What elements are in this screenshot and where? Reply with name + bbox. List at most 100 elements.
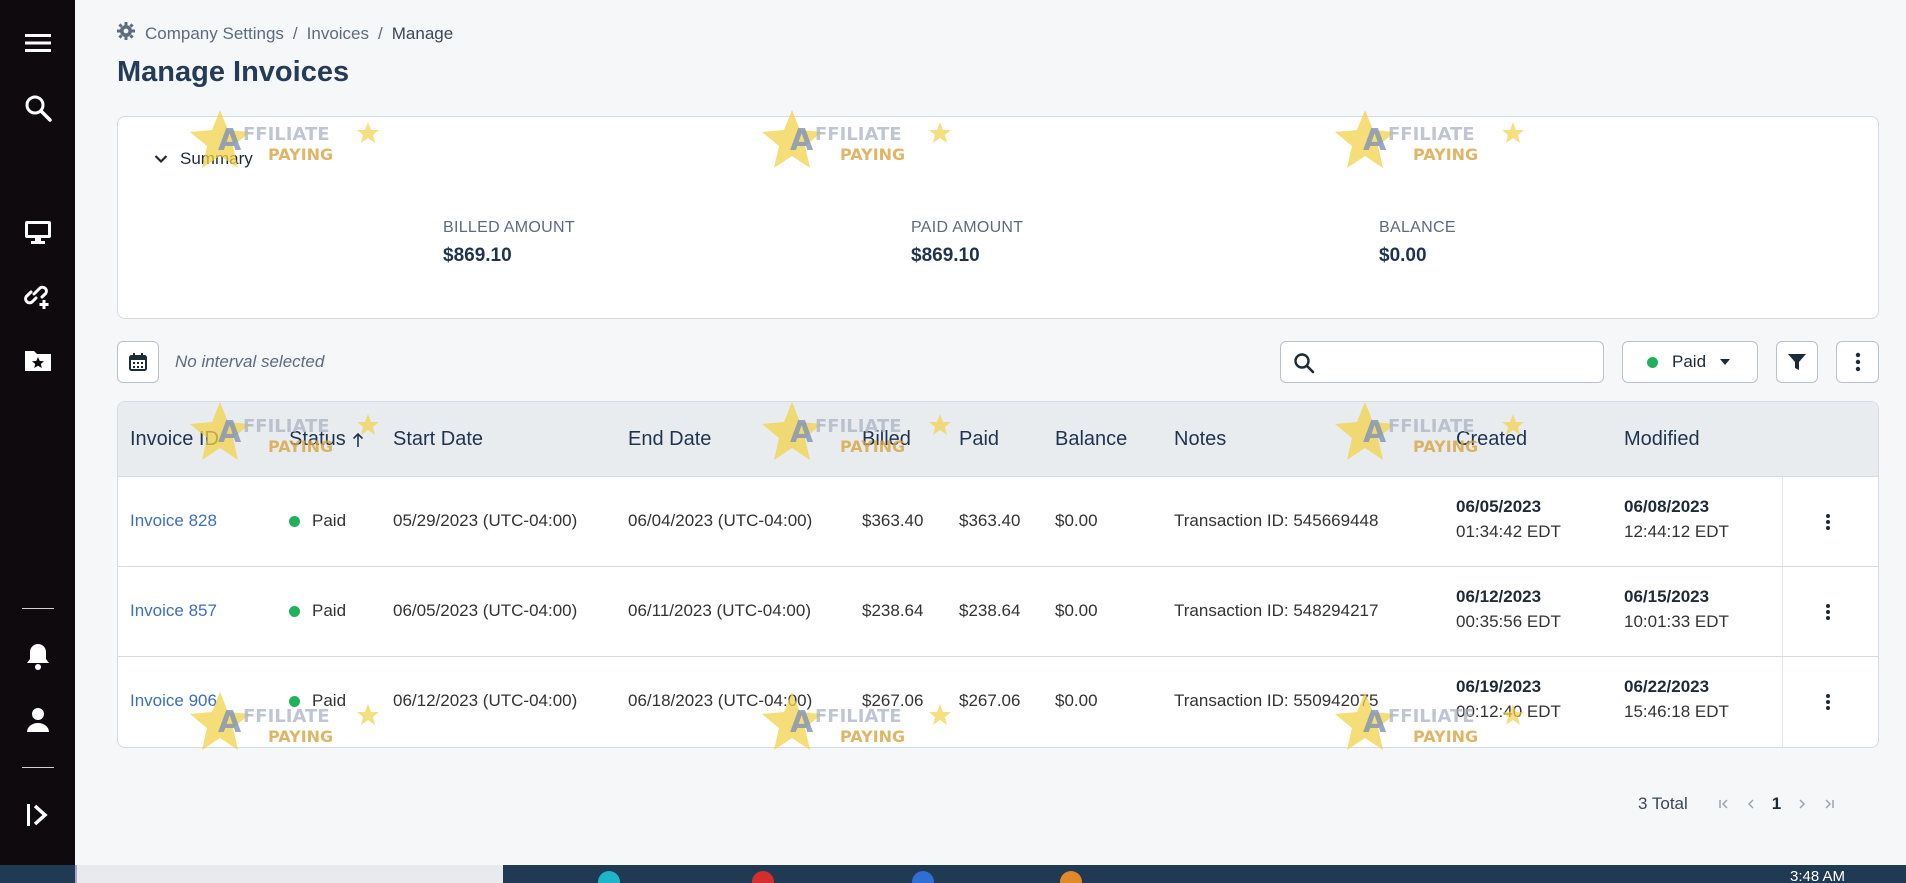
breadcrumb: Company Settings / Invoices / Manage bbox=[117, 22, 453, 45]
table-toolbar: No interval selected Paid bbox=[117, 341, 1879, 383]
modified-date: 06/08/2023 bbox=[1624, 497, 1710, 516]
balance-cell: $0.00 bbox=[1055, 691, 1098, 710]
start-date-cell: 06/12/2023 (UTC-04:00) bbox=[393, 691, 578, 710]
link-add-icon[interactable] bbox=[0, 276, 75, 316]
created-cell: 06/19/2023 00:12:40 EDT bbox=[1456, 677, 1561, 722]
total-count: 3 Total bbox=[1638, 794, 1688, 813]
status-text: Paid bbox=[312, 601, 347, 620]
table-row: Invoice 828 Paid 05/29/2023 (UTC-04:00) … bbox=[118, 477, 1878, 567]
created-time: 00:12:40 EDT bbox=[1456, 702, 1561, 721]
first-page-button[interactable] bbox=[1718, 798, 1730, 810]
modified-time: 12:44:12 EDT bbox=[1624, 522, 1729, 541]
column-header-invoice-id[interactable]: Invoice ID bbox=[130, 428, 219, 451]
breadcrumb-invoices[interactable]: Invoices bbox=[307, 24, 369, 44]
table-header: Invoice ID Status Start Date End Date Bi… bbox=[118, 402, 1878, 477]
column-header-status-label: Status bbox=[289, 428, 346, 450]
column-header-modified[interactable]: Modified bbox=[1624, 428, 1700, 451]
page-number-button[interactable]: 1 bbox=[1772, 794, 1781, 814]
invoice-link[interactable]: Invoice 857 bbox=[130, 601, 217, 621]
created-date: 06/12/2023 bbox=[1456, 587, 1542, 606]
column-header-start-date[interactable]: Start Date bbox=[393, 428, 483, 451]
taskbar-search-box[interactable] bbox=[75, 865, 503, 883]
collapse-icon[interactable] bbox=[0, 795, 75, 835]
billed-cell: $363.40 bbox=[862, 511, 924, 530]
paid-cell: $363.40 bbox=[959, 511, 1021, 530]
folder-star-icon[interactable] bbox=[0, 340, 75, 380]
column-header-end-date[interactable]: End Date bbox=[628, 428, 711, 451]
column-header-paid[interactable]: Paid bbox=[959, 428, 999, 451]
calendar-icon bbox=[129, 353, 147, 371]
column-header-balance[interactable]: Balance bbox=[1055, 428, 1127, 451]
first-page-icon bbox=[1719, 799, 1728, 809]
interval-text: No interval selected bbox=[175, 352, 325, 371]
more-options-button[interactable] bbox=[1836, 341, 1879, 383]
app-icon[interactable] bbox=[912, 871, 934, 883]
column-header-created[interactable]: Created bbox=[1456, 428, 1527, 451]
search-input[interactable] bbox=[1280, 341, 1604, 383]
invoice-link[interactable]: Invoice 906 bbox=[130, 691, 217, 711]
next-page-button[interactable] bbox=[1797, 798, 1807, 810]
invoice-link[interactable]: Invoice 828 bbox=[130, 511, 217, 531]
sidebar-divider bbox=[22, 608, 54, 609]
billed-amount-label: BILLED AMOUNT bbox=[443, 219, 575, 236]
table-row: Invoice 906 Paid 06/12/2023 (UTC-04:00) … bbox=[118, 657, 1878, 747]
status-filter-select[interactable]: Paid bbox=[1622, 341, 1758, 383]
sidebar-divider bbox=[22, 767, 54, 768]
status-filter-value: Paid bbox=[1672, 352, 1707, 371]
breadcrumb-current: Manage bbox=[391, 23, 454, 43]
more-vertical-icon bbox=[1826, 604, 1830, 620]
balance-cell: $0.00 bbox=[1055, 511, 1098, 530]
billed-amount-stat: BILLED AMOUNT $869.10 bbox=[443, 219, 575, 267]
app-icon[interactable] bbox=[752, 871, 774, 883]
status-dot bbox=[289, 695, 300, 707]
desktop-icon[interactable] bbox=[0, 212, 75, 252]
search-icon[interactable] bbox=[0, 88, 75, 128]
status-text: Paid bbox=[312, 691, 347, 710]
date-interval-button[interactable] bbox=[117, 341, 159, 383]
search-icon bbox=[1293, 352, 1315, 379]
chevron-down-icon bbox=[154, 155, 168, 164]
status-text: Paid bbox=[312, 511, 347, 530]
start-date-cell: 06/05/2023 (UTC-04:00) bbox=[393, 601, 578, 620]
column-header-billed[interactable]: Billed bbox=[862, 428, 911, 451]
main-content: Company Settings / Invoices / Manage Man… bbox=[75, 0, 1906, 865]
created-time: 01:34:42 EDT bbox=[1456, 522, 1561, 541]
modified-time: 15:46:18 EDT bbox=[1624, 702, 1729, 721]
caret-down-icon bbox=[1720, 359, 1731, 365]
modified-date: 06/15/2023 bbox=[1624, 587, 1710, 606]
filter-icon bbox=[1788, 354, 1806, 370]
more-vertical-icon bbox=[1826, 514, 1830, 530]
summary-toggle[interactable]: Summary bbox=[154, 149, 253, 169]
summary-card: Summary BILLED AMOUNT $869.10 PAID AMOUN… bbox=[117, 116, 1879, 319]
created-date: 06/19/2023 bbox=[1456, 677, 1542, 696]
paid-cell: $267.06 bbox=[959, 691, 1021, 710]
created-cell: 06/05/2023 01:34:42 EDT bbox=[1456, 497, 1561, 542]
modified-cell: 06/08/2023 12:44:12 EDT bbox=[1624, 497, 1729, 542]
bell-icon[interactable] bbox=[0, 636, 75, 676]
last-page-button[interactable] bbox=[1823, 798, 1835, 810]
chevron-right-icon bbox=[1799, 799, 1806, 809]
notes-cell: Transaction ID: 548294217 bbox=[1174, 601, 1379, 620]
app-icon[interactable] bbox=[1060, 871, 1082, 883]
end-date-cell: 06/18/2023 (UTC-04:00) bbox=[628, 691, 813, 710]
paid-amount-label: PAID AMOUNT bbox=[911, 219, 1024, 236]
sidebar bbox=[0, 0, 75, 865]
prev-page-button[interactable] bbox=[1746, 798, 1756, 810]
breadcrumb-company-settings[interactable]: Company Settings bbox=[145, 24, 284, 44]
column-header-status[interactable]: Status bbox=[289, 428, 364, 451]
paid-amount-stat: PAID AMOUNT $869.10 bbox=[911, 219, 1023, 267]
row-actions-menu[interactable] bbox=[1818, 601, 1838, 623]
row-actions-menu[interactable] bbox=[1818, 511, 1838, 533]
column-header-notes[interactable]: Notes bbox=[1174, 428, 1226, 451]
menu-icon[interactable] bbox=[0, 23, 75, 63]
balance-stat: BALANCE $0.00 bbox=[1379, 219, 1456, 267]
user-icon[interactable] bbox=[0, 700, 75, 740]
end-date-cell: 06/11/2023 (UTC-04:00) bbox=[628, 601, 812, 620]
status-cell: Paid bbox=[289, 601, 346, 621]
app-icon[interactable] bbox=[598, 871, 620, 883]
paid-cell: $238.64 bbox=[959, 601, 1021, 620]
filter-button[interactable] bbox=[1776, 341, 1818, 383]
gear-icon bbox=[117, 22, 135, 45]
row-actions-menu[interactable] bbox=[1818, 691, 1838, 713]
billed-cell: $267.06 bbox=[862, 691, 924, 710]
